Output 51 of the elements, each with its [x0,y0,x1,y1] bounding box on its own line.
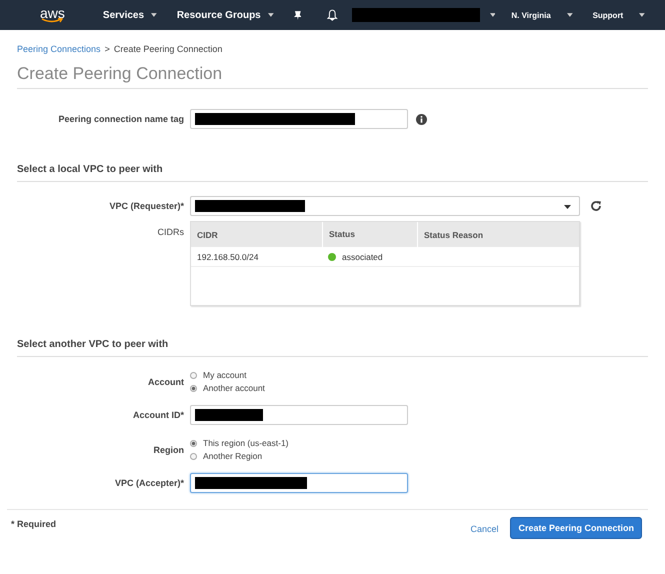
vpc-accepter-field[interactable] [190,473,408,493]
section-heading: Select another VPC to peer with [17,339,648,357]
info-icon[interactable] [416,114,427,124]
bell-icon[interactable] [327,9,338,21]
radio-label: Another Region [203,451,262,461]
radio-button[interactable] [190,440,197,446]
nav-menu[interactable]: Services [102,10,144,20]
caret-icon [564,205,571,209]
caret-icon[interactable] [268,13,274,17]
radio-button[interactable] [190,384,197,392]
radio-label: My account [203,370,246,380]
refresh-icon[interactable] [590,200,602,212]
field-label: VPC (Requester)* [108,201,185,211]
caret-icon[interactable] [639,13,645,17]
nav-menu[interactable]: Resource Groups [176,10,261,20]
support-menu[interactable]: Support [592,10,624,20]
field-label: Account ID* [132,410,185,420]
radio-button[interactable] [190,372,197,378]
account-id-field[interactable] [190,405,408,425]
breadcrumb-link[interactable]: Peering Connections [17,44,101,54]
radio-option[interactable]: My account [190,370,265,380]
radio-option[interactable]: Another Region [190,451,289,461]
field-label: Peering connection name tag [57,114,185,124]
field-label: Account [147,376,185,386]
create-button[interactable]: Create Peering Connection [510,517,642,539]
breadcrumb-separator: > [104,44,110,54]
field-label: Region [152,444,185,454]
vpc-select[interactable] [190,196,580,216]
field-label: VPC (Accepter)* [114,478,185,488]
column-header[interactable]: CIDR [191,230,322,240]
caret-icon[interactable] [151,13,157,17]
caret-icon[interactable] [490,13,496,17]
page-title: Create Peering Connection [17,64,648,89]
radio-label: Another account [203,383,265,393]
region-menu[interactable]: N. Virginia [511,10,551,20]
smile-arrow-icon [41,18,64,23]
required-note: * Required [11,519,56,529]
pin-icon[interactable] [294,10,302,20]
name-tag-field[interactable] [190,109,408,129]
column-header[interactable]: Status Reason [418,230,579,240]
cancel-link[interactable]: Cancel [470,524,498,534]
radio-option[interactable]: Another account [190,383,265,393]
caret-icon[interactable] [566,13,573,17]
column-header[interactable]: Status [322,222,418,247]
table-cell-text: 192.168.50.0/24 [196,252,260,262]
radio-button[interactable] [190,452,197,460]
section-heading: Select a local VPC to peer with [17,164,648,182]
field-label: CIDRs [156,226,185,237]
aws-logo[interactable]: aws [40,7,65,19]
breadcrumb-current: Create Peering Connection [114,44,222,54]
status-text: associated [342,252,383,262]
